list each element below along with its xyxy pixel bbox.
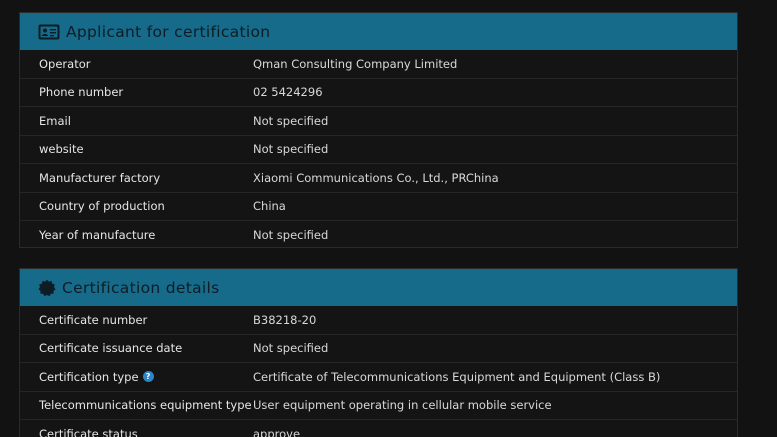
table-row: Certificate status approve — [20, 420, 737, 437]
row-label: Email — [39, 113, 71, 128]
table-row: Year of manufacture Not specified — [20, 221, 737, 250]
table-row: Operator Qman Consulting Company Limited — [20, 50, 737, 79]
table-row: Country of production China — [20, 193, 737, 221]
applicant-panel: Applicant for certification Operator Qma… — [19, 12, 738, 248]
page: Applicant for certification Operator Qma… — [0, 0, 777, 437]
applicant-panel-header: Applicant for certification — [20, 13, 737, 50]
row-label: Certificate issuance date — [39, 341, 183, 356]
question-circle-icon[interactable]: ? — [142, 371, 154, 383]
row-label: Certification type — [39, 369, 139, 384]
row-value: Qman Consulting Company Limited — [253, 56, 458, 71]
row-value: Certificate of Telecommunications Equipm… — [253, 369, 661, 384]
row-label: website — [39, 142, 84, 157]
row-value: Not specified — [253, 228, 329, 243]
row-label: Manufacturer factory — [39, 170, 161, 185]
row-value: Not specified — [253, 142, 329, 157]
table-row: Certificate issuance date Not specified — [20, 335, 737, 363]
row-value: China — [253, 199, 286, 214]
row-value: B38218-20 — [253, 312, 317, 327]
id-card-icon — [38, 24, 60, 40]
table-row: Manufacturer factory Xiaomi Communicatio… — [20, 164, 737, 193]
row-label: Operator — [39, 56, 91, 71]
row-value: approve — [253, 427, 301, 437]
row-label-with-help: Certification type ? — [20, 370, 253, 384]
certification-panel-title: Certification details — [62, 278, 220, 297]
certification-panel-header: Certification details — [20, 269, 737, 306]
row-label: Telecommunications equipment type — [39, 398, 252, 413]
table-row: Email Not specified — [20, 107, 737, 136]
row-value: Not specified — [253, 113, 329, 128]
table-row: Telecommunications equipment type User e… — [20, 392, 737, 420]
row-value: Xiaomi Communications Co., Ltd., PRChina — [253, 170, 499, 185]
row-label: Year of manufacture — [39, 228, 156, 243]
certification-panel: Certification details Certificate number… — [19, 268, 738, 437]
table-row: website Not specified — [20, 136, 737, 164]
table-row: Phone number 02 5424296 — [20, 79, 737, 107]
table-row: Certification type ? Certificate of Tele… — [20, 363, 737, 392]
badge-seal-icon — [38, 279, 56, 297]
row-label: Country of production — [39, 199, 165, 214]
row-value: Not specified — [253, 341, 329, 356]
row-label: Phone number — [39, 85, 124, 100]
row-value: 02 5424296 — [253, 85, 323, 100]
row-label: Certificate status — [39, 427, 138, 437]
row-value: User equipment operating in cellular mob… — [253, 398, 552, 413]
row-label: Certificate number — [39, 312, 148, 327]
applicant-panel-title: Applicant for certification — [66, 22, 271, 41]
table-row: Certificate number B38218-20 — [20, 306, 737, 335]
